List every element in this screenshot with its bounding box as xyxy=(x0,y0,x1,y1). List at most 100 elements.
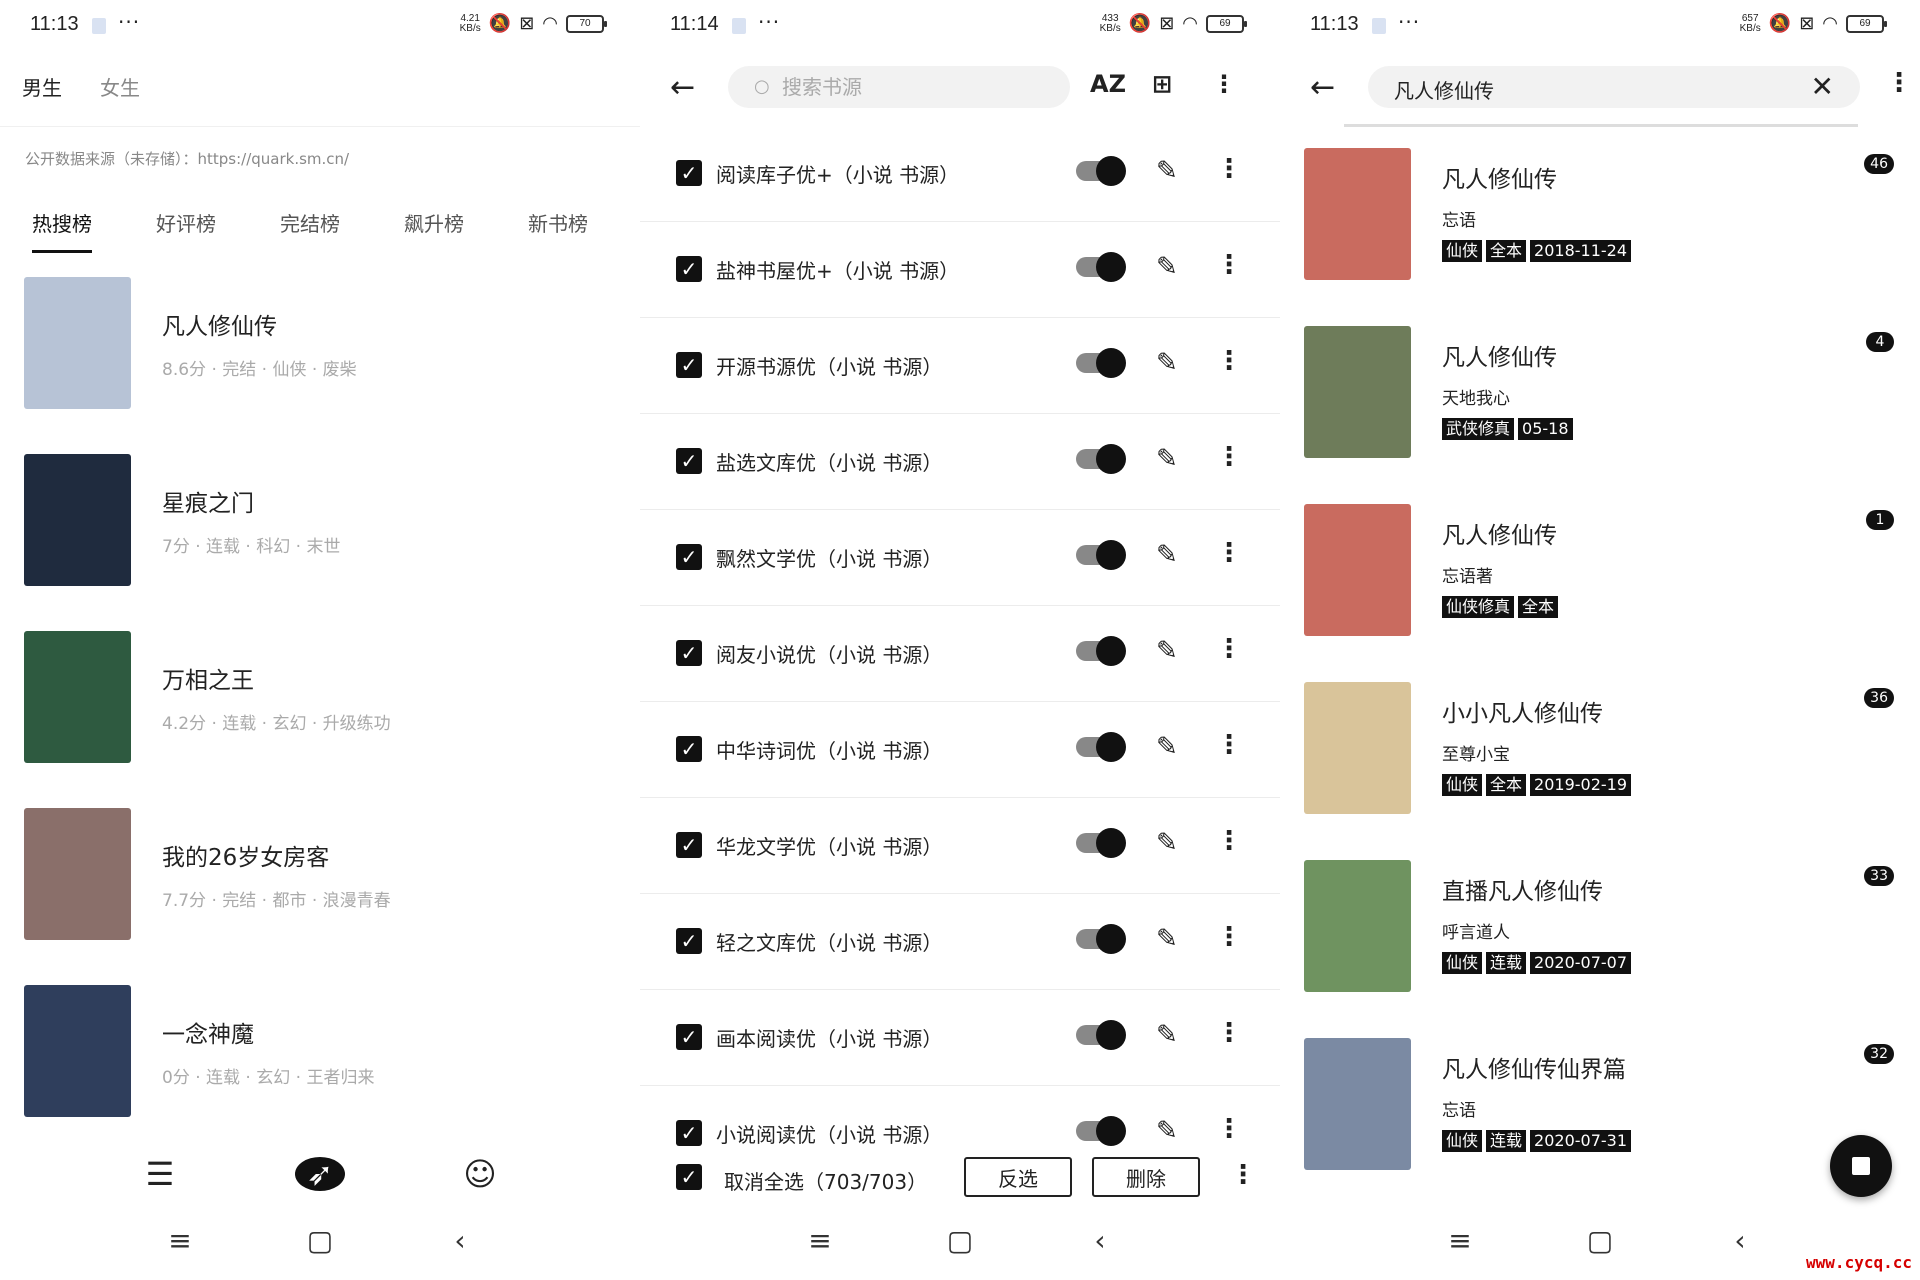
table-row[interactable]: ✓ 华龙文学优（小说 书源） ✎ ⋮ xyxy=(640,798,1280,894)
checkbox[interactable]: ✓ xyxy=(676,352,702,378)
edit-icon[interactable]: ✎ xyxy=(1156,732,1178,762)
checkbox[interactable]: ✓ xyxy=(676,736,702,762)
more-vert-icon[interactable]: ⋮ xyxy=(1216,1114,1242,1144)
list-item[interactable]: 凡人修仙传 忘语 仙侠 全本 2018-11-24 46 xyxy=(1304,148,1920,326)
more-vert-icon[interactable]: ⋮ xyxy=(1212,70,1236,98)
tab-male[interactable]: 男生 xyxy=(22,72,62,101)
back-icon[interactable]: ‹ xyxy=(1710,1224,1770,1257)
select-all-checkbox[interactable]: ✓ xyxy=(676,1164,702,1190)
menu-icon[interactable]: ≡ xyxy=(150,1224,210,1257)
checkbox[interactable]: ✓ xyxy=(676,256,702,282)
more-vert-icon[interactable]: ⋮ xyxy=(1216,730,1242,760)
enable-toggle[interactable] xyxy=(1076,444,1126,474)
edit-icon[interactable]: ✎ xyxy=(1156,444,1178,474)
more-vert-icon[interactable]: ⋮ xyxy=(1216,634,1242,664)
more-vert-icon[interactable]: ⋮ xyxy=(1216,346,1242,376)
checkbox[interactable]: ✓ xyxy=(676,1024,702,1050)
more-vert-icon[interactable]: ⋮ xyxy=(1216,154,1242,184)
enable-toggle[interactable] xyxy=(1076,636,1126,666)
more-vert-icon[interactable]: ⋮ xyxy=(1216,1018,1242,1048)
more-vert-icon[interactable]: ⋮ xyxy=(1216,826,1242,856)
table-row[interactable]: ✓ 飘然文学优（小说 书源） ✎ ⋮ xyxy=(640,510,1280,606)
profile-icon[interactable]: ☺ xyxy=(455,1155,505,1193)
select-all-label[interactable]: 取消全选（703/703） xyxy=(724,1166,927,1195)
tab-hot-search[interactable]: 热搜榜 xyxy=(32,208,92,253)
table-row[interactable]: ✓ 画本阅读优（小说 书源） ✎ ⋮ xyxy=(640,990,1280,1086)
edit-icon[interactable]: ✎ xyxy=(1156,1116,1178,1146)
list-item[interactable]: 小小凡人修仙传 至尊小宝 仙侠 全本 2019-02-19 36 xyxy=(1304,682,1920,860)
back-icon[interactable]: ‹ xyxy=(1070,1224,1130,1257)
enable-toggle[interactable] xyxy=(1076,348,1126,378)
tab-top-rated[interactable]: 好评榜 xyxy=(156,208,216,237)
table-row[interactable]: ✓ 盐选文库优（小说 书源） ✎ ⋮ xyxy=(640,414,1280,510)
table-row[interactable]: ✓ 轻之文库优（小说 书源） ✎ ⋮ xyxy=(640,894,1280,990)
discover-icon[interactable]: ➶ xyxy=(295,1155,345,1193)
list-item[interactable]: 凡人修仙传仙界篇 忘语 仙侠 连载 2020-07-31 32 xyxy=(1304,1038,1920,1216)
checkbox[interactable]: ✓ xyxy=(676,544,702,570)
checkbox[interactable]: ✓ xyxy=(676,640,702,666)
tab-completed[interactable]: 完结榜 xyxy=(280,208,340,237)
list-item[interactable]: 直播凡人修仙传 呼言道人 仙侠 连载 2020-07-07 33 xyxy=(1304,860,1920,1038)
table-row[interactable]: ✓ 盐神书屋优+（小说 书源） ✎ ⋮ xyxy=(640,222,1280,318)
home-icon[interactable]: ▢ xyxy=(930,1224,990,1257)
edit-icon[interactable]: ✎ xyxy=(1156,924,1178,954)
more-vert-icon[interactable]: ⋮ xyxy=(1216,922,1242,952)
list-item[interactable]: 凡人修仙传 8.6分 · 完结 · 仙侠 · 废柴 xyxy=(24,277,640,454)
back-arrow-icon[interactable]: ← xyxy=(1310,70,1335,105)
more-vert-icon[interactable]: ⋮ xyxy=(1216,442,1242,472)
sort-az-icon[interactable]: AZ xyxy=(1090,70,1126,98)
checkbox[interactable]: ✓ xyxy=(676,832,702,858)
edit-icon[interactable]: ✎ xyxy=(1156,636,1178,666)
list-item[interactable]: 星痕之门 7分 · 连载 · 科幻 · 末世 xyxy=(24,454,640,631)
home-icon[interactable]: ▢ xyxy=(290,1224,350,1257)
menu-icon[interactable]: ≡ xyxy=(790,1224,850,1257)
more-vert-icon[interactable]: ⋮ xyxy=(1216,538,1242,568)
search-input[interactable]: ○ 搜索书源 xyxy=(728,66,1070,108)
close-icon[interactable]: ✕ xyxy=(1811,70,1834,103)
enable-toggle[interactable] xyxy=(1076,252,1126,282)
tab-female[interactable]: 女生 xyxy=(100,72,140,101)
tab-rising[interactable]: 飙升榜 xyxy=(404,208,464,237)
menu-icon[interactable]: ≡ xyxy=(1430,1224,1490,1257)
edit-icon[interactable]: ✎ xyxy=(1156,828,1178,858)
edit-icon[interactable]: ✎ xyxy=(1156,540,1178,570)
checkbox[interactable]: ✓ xyxy=(676,928,702,954)
list-item[interactable]: 万相之王 4.2分 · 连载 · 玄幻 · 升级练功 xyxy=(24,631,640,808)
home-icon[interactable]: ▢ xyxy=(1570,1224,1630,1257)
list-item[interactable]: 凡人修仙传 忘语著 仙侠修真 全本 1 xyxy=(1304,504,1920,682)
tab-new-books[interactable]: 新书榜 xyxy=(528,208,588,237)
list-item[interactable]: 我的26岁女房客 7.7分 · 完结 · 都市 · 浪漫青春 xyxy=(24,808,640,985)
back-icon[interactable]: ‹ xyxy=(430,1224,490,1257)
more-vert-icon[interactable]: ⋮ xyxy=(1230,1160,1256,1190)
edit-icon[interactable]: ✎ xyxy=(1156,348,1178,378)
checkbox[interactable]: ✓ xyxy=(676,1120,702,1146)
more-vert-icon[interactable]: ⋮ xyxy=(1886,68,1912,98)
list-item[interactable]: 凡人修仙传 天地我心 武侠修真 05-18 4 xyxy=(1304,326,1920,504)
enable-toggle[interactable] xyxy=(1076,156,1126,186)
delete-button[interactable]: 删除 xyxy=(1092,1157,1200,1197)
enable-toggle[interactable] xyxy=(1076,1020,1126,1050)
invert-selection-button[interactable]: 反选 xyxy=(964,1157,1072,1197)
back-arrow-icon[interactable]: ← xyxy=(670,70,695,105)
group-icon[interactable]: ⊞ xyxy=(1152,70,1172,98)
stop-search-button[interactable] xyxy=(1830,1135,1892,1197)
table-row[interactable]: ✓ 阅友小说优（小说 书源） ✎ ⋮ xyxy=(640,606,1280,702)
edit-icon[interactable]: ✎ xyxy=(1156,252,1178,282)
edit-icon[interactable]: ✎ xyxy=(1156,156,1178,186)
edit-icon[interactable]: ✎ xyxy=(1156,1020,1178,1050)
table-row[interactable]: ✓ 阅读库子优+（小说 书源） ✎ ⋮ xyxy=(640,126,1280,222)
table-row[interactable]: ✓ 中华诗词优（小说 书源） ✎ ⋮ xyxy=(640,702,1280,798)
enable-toggle[interactable] xyxy=(1076,540,1126,570)
more-vert-icon[interactable]: ⋮ xyxy=(1216,250,1242,280)
table-row[interactable]: ✓ 开源书源优（小说 书源） ✎ ⋮ xyxy=(640,318,1280,414)
checkbox[interactable]: ✓ xyxy=(676,448,702,474)
enable-toggle[interactable] xyxy=(1076,924,1126,954)
bookshelf-icon[interactable]: ☰ xyxy=(135,1155,185,1193)
search-input[interactable]: 凡人修仙传 ✕ xyxy=(1368,66,1860,108)
checkbox[interactable]: ✓ xyxy=(676,160,702,186)
list-item[interactable]: 一念神魔 0分 · 连载 · 玄幻 · 王者归来 xyxy=(24,985,640,1162)
wifi-icon: ◠ xyxy=(1182,13,1198,34)
enable-toggle[interactable] xyxy=(1076,828,1126,858)
enable-toggle[interactable] xyxy=(1076,1116,1126,1146)
enable-toggle[interactable] xyxy=(1076,732,1126,762)
